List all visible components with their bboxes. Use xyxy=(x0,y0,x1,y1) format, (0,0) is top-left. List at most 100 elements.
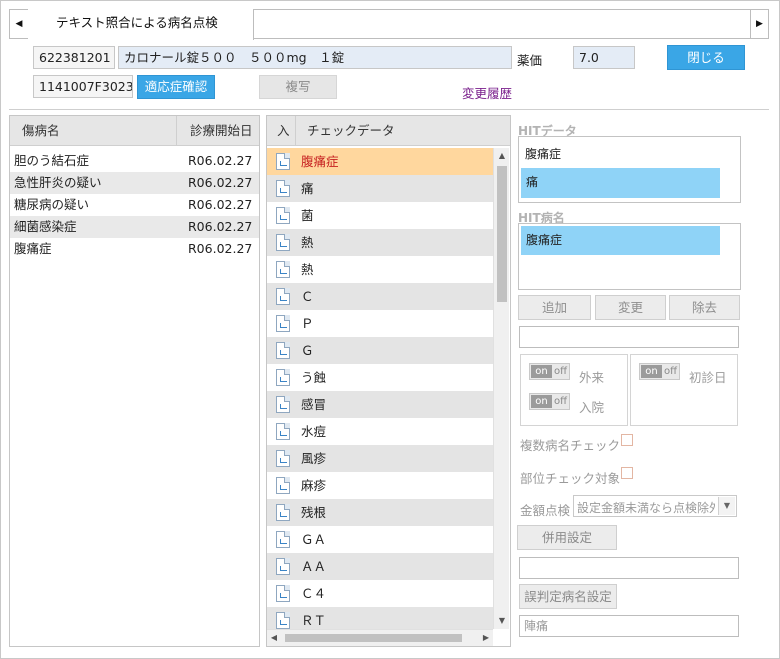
document-check-icon[interactable] xyxy=(276,477,290,494)
document-check-icon[interactable] xyxy=(276,450,290,467)
hit-disease-highlight[interactable]: 腹痛症 xyxy=(521,226,720,255)
document-check-icon[interactable] xyxy=(276,585,290,602)
toggle-on-label: on xyxy=(641,365,662,378)
misjudge-disease-field[interactable]: 陣痛 xyxy=(519,615,739,637)
table-row[interactable]: 糖尿病の疑い R06.02.27 xyxy=(10,194,259,216)
scrollbar-thumb[interactable] xyxy=(497,166,507,302)
document-check-icon[interactable] xyxy=(276,288,290,305)
copy-button[interactable]: 複写 xyxy=(259,75,337,99)
check-data-text: 水痘 xyxy=(301,424,327,439)
disease-table-header: 傷病名 診療開始日 xyxy=(10,116,259,146)
list-item[interactable]: 熱 xyxy=(267,229,493,256)
disease-input[interactable] xyxy=(519,326,739,348)
tab-scroll-right-icon[interactable]: ▶ xyxy=(750,10,768,38)
horizontal-scrollbar[interactable]: ◀ ▶ xyxy=(267,629,493,646)
indication-check-button[interactable]: 適応症確認 xyxy=(137,75,215,99)
list-item[interactable]: 残根 xyxy=(267,499,493,526)
first-visit-toggle[interactable]: on off xyxy=(639,363,680,380)
check-data-text: 麻疹 xyxy=(301,478,327,493)
list-item[interactable]: 痛 xyxy=(267,175,493,202)
col-check-data[interactable]: チェックデータ xyxy=(307,116,395,146)
list-item[interactable]: 菌 xyxy=(267,202,493,229)
disease-name-cell: 腹痛症 xyxy=(14,241,52,256)
document-check-icon[interactable] xyxy=(276,531,290,548)
list-item[interactable]: ＧＡ xyxy=(267,526,493,553)
table-row[interactable]: 細菌感染症 R06.02.27 xyxy=(10,216,259,238)
col-start-date[interactable]: 診療開始日 xyxy=(190,116,253,146)
remove-button[interactable]: 除去 xyxy=(669,295,740,320)
check-list-header: 入 チェックデータ xyxy=(267,116,510,146)
list-item[interactable]: う蝕 xyxy=(267,364,493,391)
outpatient-toggle[interactable]: on off xyxy=(529,363,570,380)
change-button[interactable]: 変更 xyxy=(595,295,666,320)
scroll-up-icon[interactable]: ▲ xyxy=(494,148,510,164)
price-label: 薬価 xyxy=(517,53,543,68)
vertical-scrollbar[interactable]: ▲ ▼ xyxy=(493,148,509,629)
concurrent-setting-button[interactable]: 併用設定 xyxy=(517,525,617,550)
drug-code-field: 622381201 xyxy=(33,46,115,69)
document-check-icon[interactable] xyxy=(276,234,290,251)
document-check-icon[interactable] xyxy=(276,342,290,359)
document-check-icon[interactable] xyxy=(276,315,290,332)
document-check-icon[interactable] xyxy=(276,396,290,413)
outpatient-label: 外来 xyxy=(579,370,605,385)
list-item[interactable]: Ｃ４ xyxy=(267,580,493,607)
inpatient-toggle[interactable]: on off xyxy=(529,393,570,410)
list-item[interactable]: Ｐ xyxy=(267,310,493,337)
add-button[interactable]: 追加 xyxy=(518,295,591,320)
document-check-icon[interactable] xyxy=(276,180,290,197)
document-check-icon[interactable] xyxy=(276,612,290,629)
check-data-text: う蝕 xyxy=(301,370,327,385)
document-check-icon[interactable] xyxy=(276,369,290,386)
site-check-checkbox[interactable] xyxy=(621,467,633,479)
chevron-down-icon[interactable]: ▼ xyxy=(718,497,735,515)
list-item[interactable]: ＡＡ xyxy=(267,553,493,580)
scroll-right-icon[interactable]: ▶ xyxy=(479,630,493,646)
document-check-icon[interactable] xyxy=(276,558,290,575)
scroll-left-icon[interactable]: ◀ xyxy=(267,630,281,646)
document-check-icon[interactable] xyxy=(276,261,290,278)
misjudge-setting-button[interactable]: 誤判定病名設定 xyxy=(519,584,617,609)
hit-data-highlight[interactable]: 痛 xyxy=(521,168,720,198)
disease-table: 傷病名 診療開始日 胆のう結石症 R06.02.27 急性肝炎の疑い R06.02.… xyxy=(9,115,260,647)
check-data-text: 腹痛症 xyxy=(301,154,339,169)
tab-text-disease-check[interactable]: テキスト照合による病名点検 xyxy=(28,9,254,40)
concurrent-input[interactable] xyxy=(519,557,739,579)
yj-code-field: 1141007F3023 xyxy=(33,75,133,98)
check-data-text: 熱 xyxy=(301,262,314,277)
site-check-label: 部位チェック対象 xyxy=(520,471,621,486)
list-item[interactable]: 熱 xyxy=(267,256,493,283)
col-disease-name[interactable]: 傷病名 xyxy=(22,116,60,146)
table-row[interactable]: 胆のう結石症 R06.02.27 xyxy=(10,150,259,172)
hit-disease-box: 腹痛症 xyxy=(518,223,741,290)
check-data-text: 痛 xyxy=(301,181,314,196)
list-item[interactable]: 感冒 xyxy=(267,391,493,418)
check-data-text: ＧＡ xyxy=(301,532,327,547)
list-item[interactable]: Ｇ xyxy=(267,337,493,364)
amount-check-select[interactable]: 設定金額未満なら点検除外 ▼ xyxy=(573,495,737,517)
multi-disease-checkbox[interactable] xyxy=(621,434,633,446)
close-button[interactable]: 閉じる xyxy=(667,45,745,70)
list-item[interactable]: ＲＴ xyxy=(267,607,493,630)
scroll-down-icon[interactable]: ▼ xyxy=(494,613,510,629)
check-data-text: 風疹 xyxy=(301,451,327,466)
list-item[interactable]: 風疹 xyxy=(267,445,493,472)
document-check-icon[interactable] xyxy=(276,423,290,440)
list-item[interactable]: 麻疹 xyxy=(267,472,493,499)
list-item[interactable]: 水痘 xyxy=(267,418,493,445)
table-row[interactable]: 急性肝炎の疑い R06.02.27 xyxy=(10,172,259,194)
list-item[interactable]: Ｃ xyxy=(267,283,493,310)
hscrollbar-thumb[interactable] xyxy=(285,634,462,642)
document-check-icon[interactable] xyxy=(276,504,290,521)
window-frame: ◀ テキスト照合による病名点検 ▶ 622381201 カロナール錠５００ ５０… xyxy=(0,0,780,659)
col-in[interactable]: 入 xyxy=(277,116,290,146)
toggle-off-label: off xyxy=(554,396,568,407)
check-data-text: 熱 xyxy=(301,235,314,250)
col-divider xyxy=(176,116,177,146)
document-check-icon[interactable] xyxy=(276,207,290,224)
change-history-link[interactable]: 変更履歴 xyxy=(462,83,512,102)
list-item[interactable]: 腹痛症 xyxy=(267,148,493,175)
document-check-icon[interactable] xyxy=(276,153,290,170)
tab-scroll-left-icon[interactable]: ◀ xyxy=(10,10,28,38)
table-row[interactable]: 腹痛症 R06.02.27 xyxy=(10,238,259,260)
